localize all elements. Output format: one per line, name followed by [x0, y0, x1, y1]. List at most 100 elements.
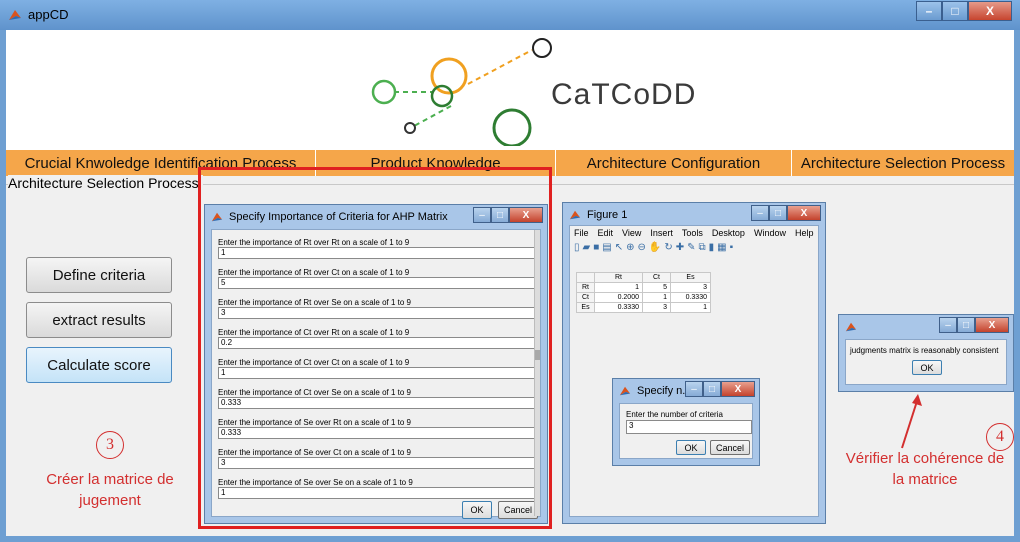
table-row: Rt 1 5 3: [576, 282, 711, 293]
rotate-icon[interactable]: ↻: [664, 242, 672, 256]
matlab-icon: [569, 210, 581, 220]
window-title: appCD: [28, 7, 69, 22]
step-3-annotation: Créer la matrice de jugement: [20, 469, 200, 511]
menu-insert[interactable]: Insert: [650, 228, 673, 238]
banner: CaTCoDD: [6, 30, 1014, 150]
table-row-header: Ct: [576, 292, 595, 303]
table-row: Ct 0.2000 1 0.3330: [576, 292, 711, 303]
table-header-row: Rt Ct Es: [576, 272, 711, 283]
menu-view[interactable]: View: [622, 228, 641, 238]
consistency-message: judgments matrix is reasonably consisten…: [850, 346, 999, 355]
open-folder-icon[interactable]: ▰: [583, 242, 591, 256]
menu-desktop[interactable]: Desktop: [712, 228, 745, 238]
criteria-ok-button[interactable]: OK: [676, 440, 706, 455]
calculate-score-button[interactable]: Calculate score: [26, 347, 172, 383]
minimize-button[interactable]: –: [916, 1, 942, 21]
table-cell[interactable]: 1: [642, 292, 671, 303]
maximize-button[interactable]: □: [769, 205, 787, 221]
table-row: Es 0.3330 3 1: [576, 302, 711, 313]
table-column-header: Ct: [642, 272, 671, 283]
catcodd-logo-icon: [371, 38, 552, 146]
matlab-icon: [619, 386, 631, 396]
minimize-button[interactable]: –: [939, 317, 957, 333]
step-3-text-line-2: jugement: [79, 492, 141, 509]
consistency-dialog-controls: – □ X: [939, 317, 1009, 333]
step-3-text-line-1: Créer la matrice de: [46, 471, 174, 488]
ahp-result-table: Rt Ct Es Rt 1 5 3 Ct 0.2000 1 0.3330 Es …: [576, 272, 711, 313]
arrow-icon: [901, 394, 922, 449]
new-file-icon[interactable]: ▯: [574, 242, 580, 256]
close-button[interactable]: X: [721, 381, 755, 397]
table-cell[interactable]: 3: [670, 282, 711, 293]
figure-controls: – □ X: [751, 205, 821, 221]
define-criteria-button[interactable]: Define criteria: [26, 257, 172, 293]
step-3-circle: 3: [96, 431, 124, 459]
consistency-dialog: – □ X judgments matrix is reasonably con…: [838, 314, 1014, 392]
tab-architecture-configuration[interactable]: Architecture Configuration: [556, 150, 792, 176]
figure-window: Figure 1 – □ X File Edit View Insert Too…: [562, 202, 826, 524]
table-cell[interactable]: 1: [670, 302, 711, 313]
step-4-annotation: Vérifier la cohérence de la matrice: [832, 448, 1018, 490]
table-corner-cell: [576, 272, 595, 283]
property-icon[interactable]: ▪: [730, 242, 734, 256]
tab-architecture-selection[interactable]: Architecture Selection Process: [792, 150, 1014, 176]
menu-help[interactable]: Help: [795, 228, 814, 238]
criteria-count-input[interactable]: 3: [626, 420, 752, 434]
app-window: appCD – □ X CaTCoDD Crucial Knwoledge Id…: [0, 0, 1020, 542]
extract-results-button[interactable]: extract results: [26, 302, 172, 338]
table-column-header: Es: [670, 272, 711, 283]
figure-toolbar: ▯ ▰ ■ ▤ ↖ ⊕ ⊖ ✋ ↻ ✚ ✎ ⧉ ▮ ▦ ▪: [574, 242, 733, 256]
criteria-prompt-label: Enter the number of criteria: [626, 410, 723, 419]
window-controls: – □ X: [916, 1, 1012, 23]
figure-title: Figure 1: [587, 209, 628, 221]
save-icon[interactable]: ■: [593, 242, 599, 256]
table-cell[interactable]: 0.3330: [670, 292, 711, 303]
menu-file[interactable]: File: [574, 228, 589, 238]
criteria-dialog-body: Enter the number of criteria 3 OK Cancel: [619, 403, 753, 459]
title-bar: appCD – □ X: [0, 0, 1020, 30]
table-cell[interactable]: 0.3330: [594, 302, 643, 313]
consistency-dialog-body: judgments matrix is reasonably consisten…: [845, 339, 1007, 385]
menu-edit[interactable]: Edit: [598, 228, 614, 238]
step-4-text-line-2: la matrice: [892, 471, 958, 488]
table-row-header: Es: [576, 302, 595, 313]
figure-menubar: File Edit View Insert Tools Desktop Wind…: [574, 228, 813, 238]
criteria-dialog-controls: – □ X: [685, 381, 755, 397]
consistency-dialog-caption: – □ X: [839, 315, 1013, 339]
table-cell[interactable]: 0.2000: [594, 292, 643, 303]
table-cell[interactable]: 5: [642, 282, 671, 293]
consistency-ok-button[interactable]: OK: [912, 360, 942, 375]
criteria-dialog-title: Specify n...: [637, 385, 692, 397]
table-cell[interactable]: 3: [642, 302, 671, 313]
menu-tools[interactable]: Tools: [682, 228, 703, 238]
maximize-button[interactable]: □: [703, 381, 721, 397]
minimize-button[interactable]: –: [751, 205, 769, 221]
table-cell[interactable]: 1: [594, 282, 643, 293]
brush-icon[interactable]: ✎: [687, 242, 695, 256]
minimize-button[interactable]: –: [685, 381, 703, 397]
figure-caption: Figure 1 – □ X: [563, 203, 825, 227]
close-button[interactable]: X: [975, 317, 1009, 333]
figure-body: File Edit View Insert Tools Desktop Wind…: [569, 225, 819, 517]
zoom-out-icon[interactable]: ⊖: [638, 242, 646, 256]
matlab-icon: [845, 322, 857, 332]
close-button[interactable]: X: [787, 205, 821, 221]
criteria-dialog-caption: Specify n... – □ X: [613, 379, 759, 403]
data-cursor-icon[interactable]: ✚: [676, 242, 684, 256]
colorbar-icon[interactable]: ▮: [709, 242, 715, 256]
maximize-button[interactable]: □: [942, 1, 968, 21]
pan-icon[interactable]: ✋: [649, 242, 661, 256]
link-icon[interactable]: ⧉: [699, 242, 706, 256]
maximize-button[interactable]: □: [957, 317, 975, 333]
pointer-icon[interactable]: ↖: [615, 242, 623, 256]
print-icon[interactable]: ▤: [602, 242, 611, 256]
matlab-icon: [9, 10, 21, 20]
legend-icon[interactable]: ▦: [717, 242, 726, 256]
table-row-header: Rt: [576, 282, 595, 293]
close-button[interactable]: X: [968, 1, 1012, 21]
brand-title: CaTCoDD: [551, 78, 697, 111]
menu-window[interactable]: Window: [754, 228, 786, 238]
criteria-cancel-button[interactable]: Cancel: [710, 440, 750, 455]
zoom-in-icon[interactable]: ⊕: [626, 242, 634, 256]
step-4-circle: 4: [986, 423, 1014, 451]
